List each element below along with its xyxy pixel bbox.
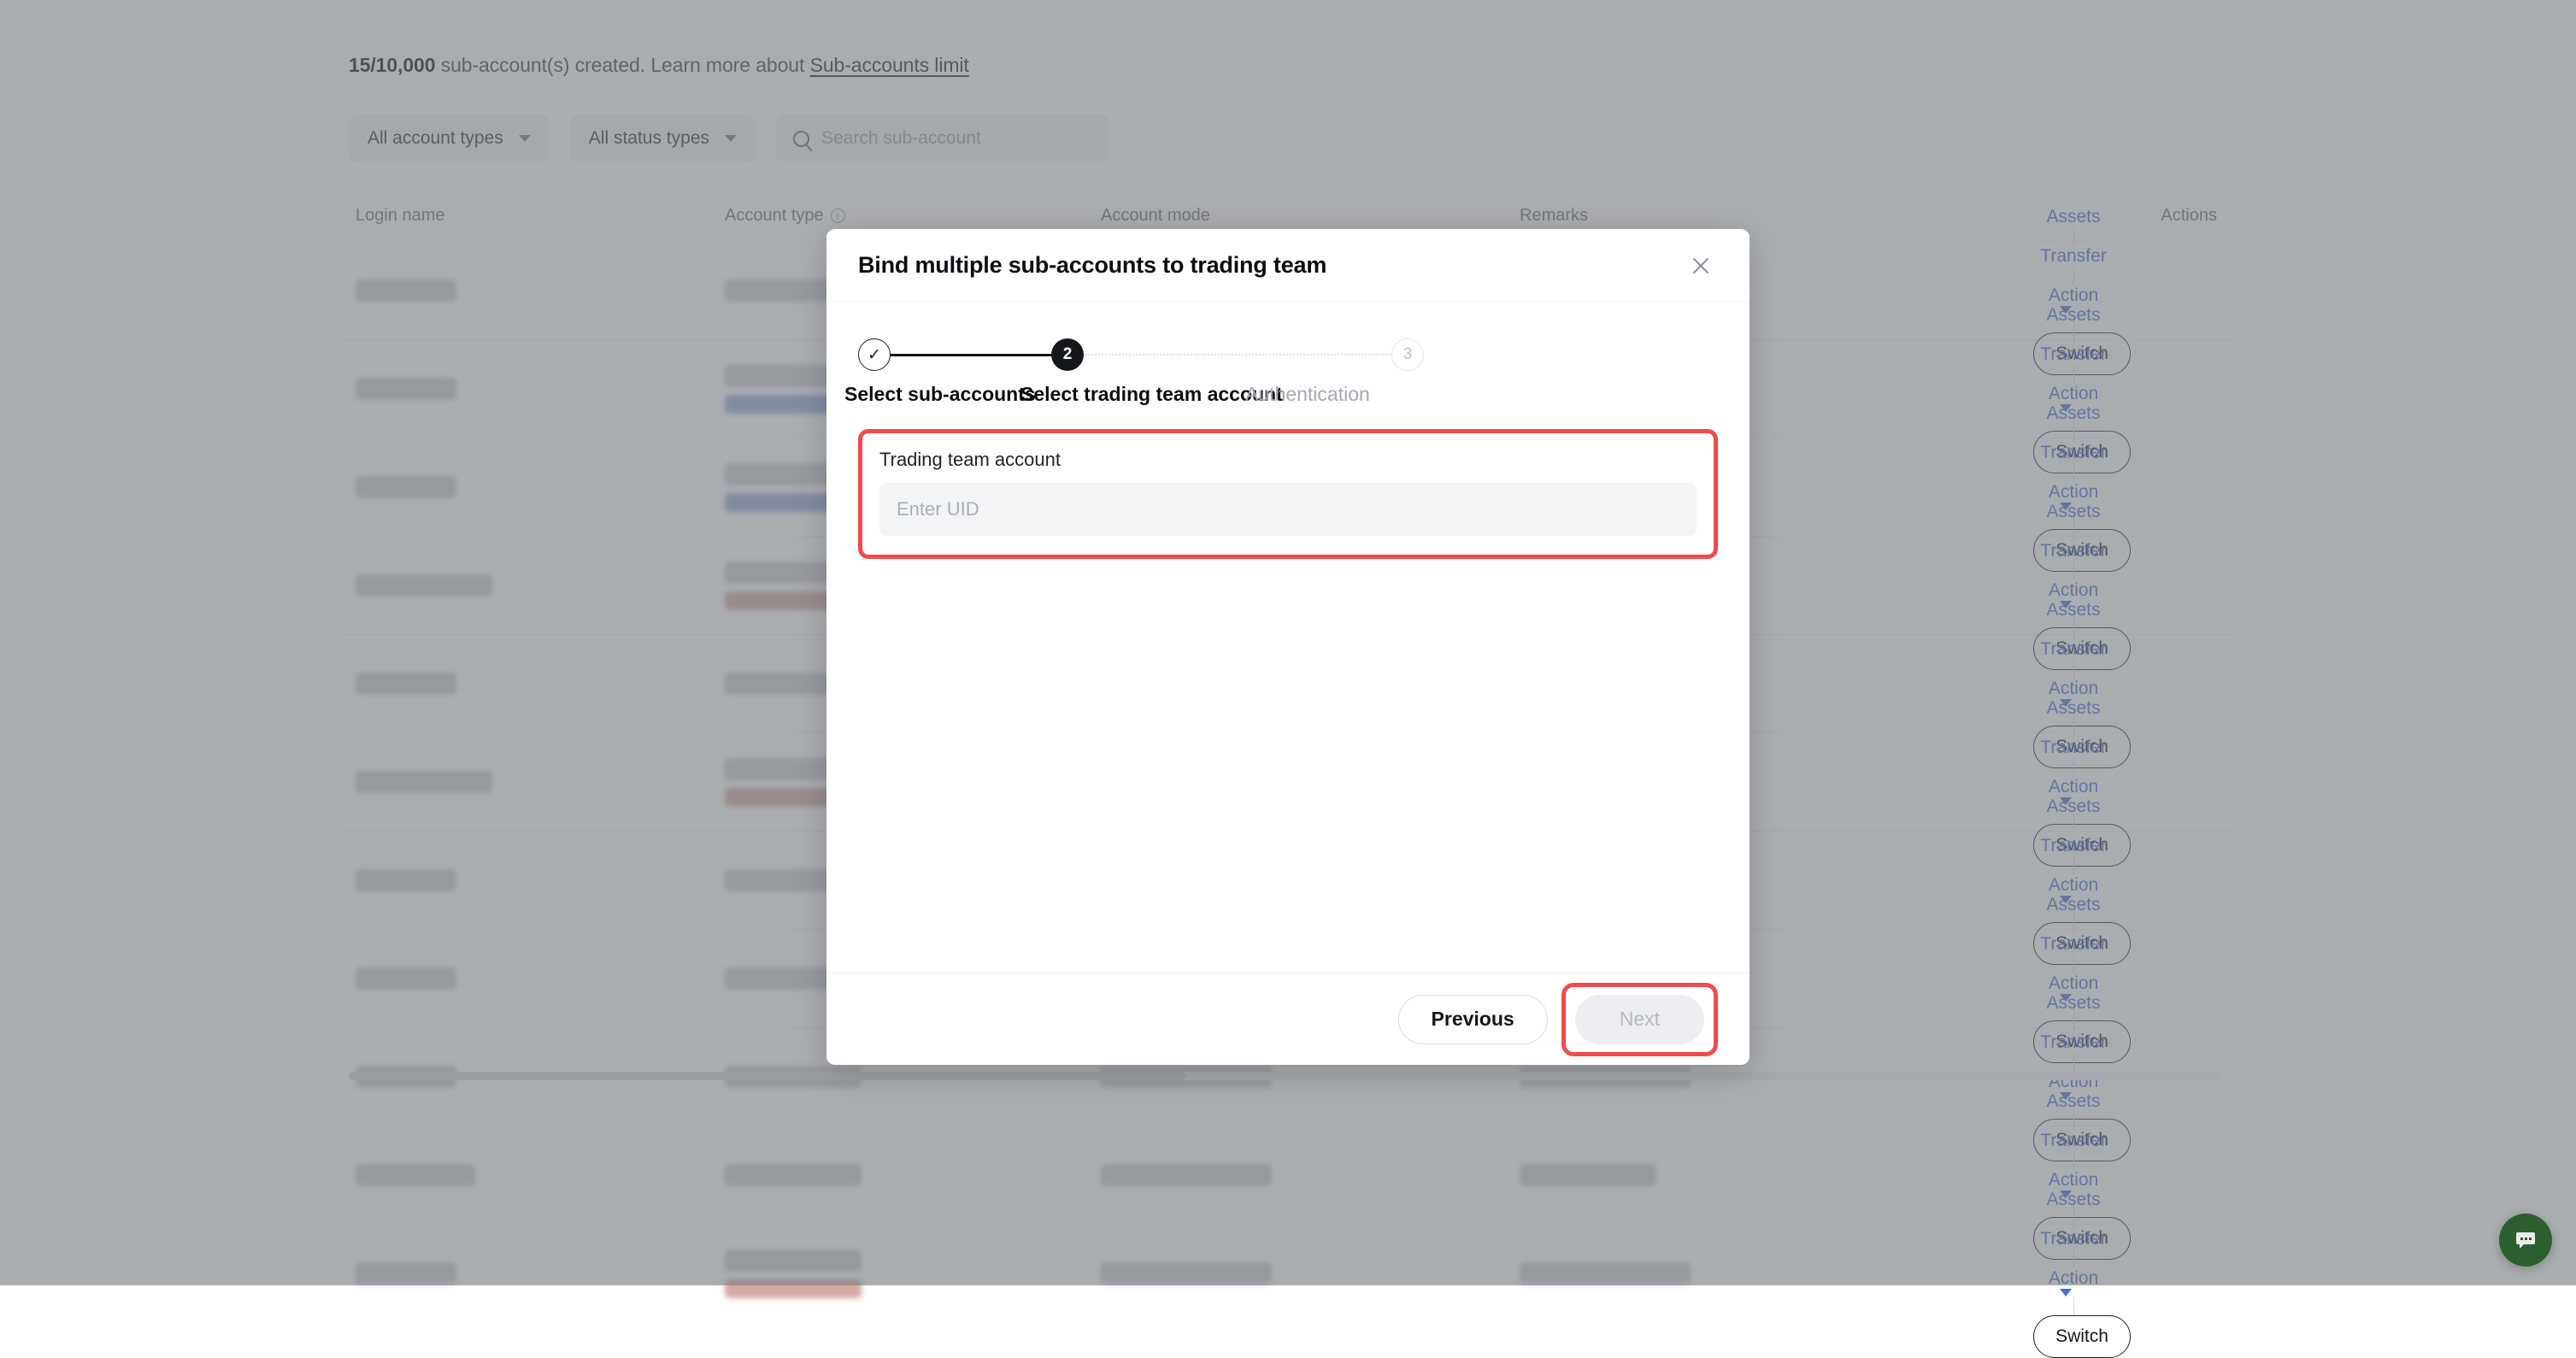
switch-button[interactable]: Switch xyxy=(2033,1314,2131,1358)
trading-team-account-highlight: Trading team account xyxy=(858,429,1718,559)
chat-bubble-icon xyxy=(2516,1232,2535,1249)
chat-support-button[interactable] xyxy=(2499,1214,2552,1267)
next-button[interactable]: Next xyxy=(1574,994,1704,1044)
step-3-label: Authentication xyxy=(1245,383,1370,405)
previous-button[interactable]: Previous xyxy=(1397,994,1548,1044)
uid-input[interactable] xyxy=(879,483,1697,536)
trading-team-account-label: Trading team account xyxy=(879,449,1061,470)
step-2-label: Select trading team account xyxy=(1020,383,1283,405)
step-1-node[interactable]: ✓ xyxy=(858,338,891,371)
app-root: 15/10,000 sub-account(s) created. Learn … xyxy=(0,0,2576,1358)
dialog-footer: Previous Next xyxy=(826,973,1750,1065)
step-3-node: 3 xyxy=(1391,338,1424,371)
step-1-label: Select sub-accounts xyxy=(844,383,1036,405)
stepper-connector-completed xyxy=(889,354,1053,356)
dialog-header: Bind multiple sub-accounts to trading te… xyxy=(826,229,1750,303)
next-button-highlight: Next xyxy=(1561,982,1718,1056)
bind-sub-accounts-dialog: Bind multiple sub-accounts to trading te… xyxy=(826,229,1750,1065)
dialog-title: Bind multiple sub-accounts to trading te… xyxy=(858,252,1327,278)
step-2-node[interactable]: 2 xyxy=(1051,338,1084,371)
close-icon[interactable] xyxy=(1684,249,1718,283)
step-1-marker: ✓ xyxy=(867,345,881,364)
stepper-labels: Select sub-accounts Select trading team … xyxy=(844,383,1718,412)
step-3-marker: 3 xyxy=(1403,345,1413,363)
action-separator xyxy=(2073,1296,2074,1315)
wizard-stepper: ✓ 2 3 Select sub-accounts Select trading… xyxy=(844,338,1718,415)
dialog-body: ✓ 2 3 Select sub-accounts Select trading… xyxy=(826,303,1750,973)
stepper-rail: ✓ 2 3 xyxy=(858,338,1718,371)
caret-down-icon[interactable] xyxy=(2060,1288,2072,1296)
stepper-connector-pending xyxy=(1085,354,1393,356)
step-2-marker: 2 xyxy=(1062,345,1073,363)
